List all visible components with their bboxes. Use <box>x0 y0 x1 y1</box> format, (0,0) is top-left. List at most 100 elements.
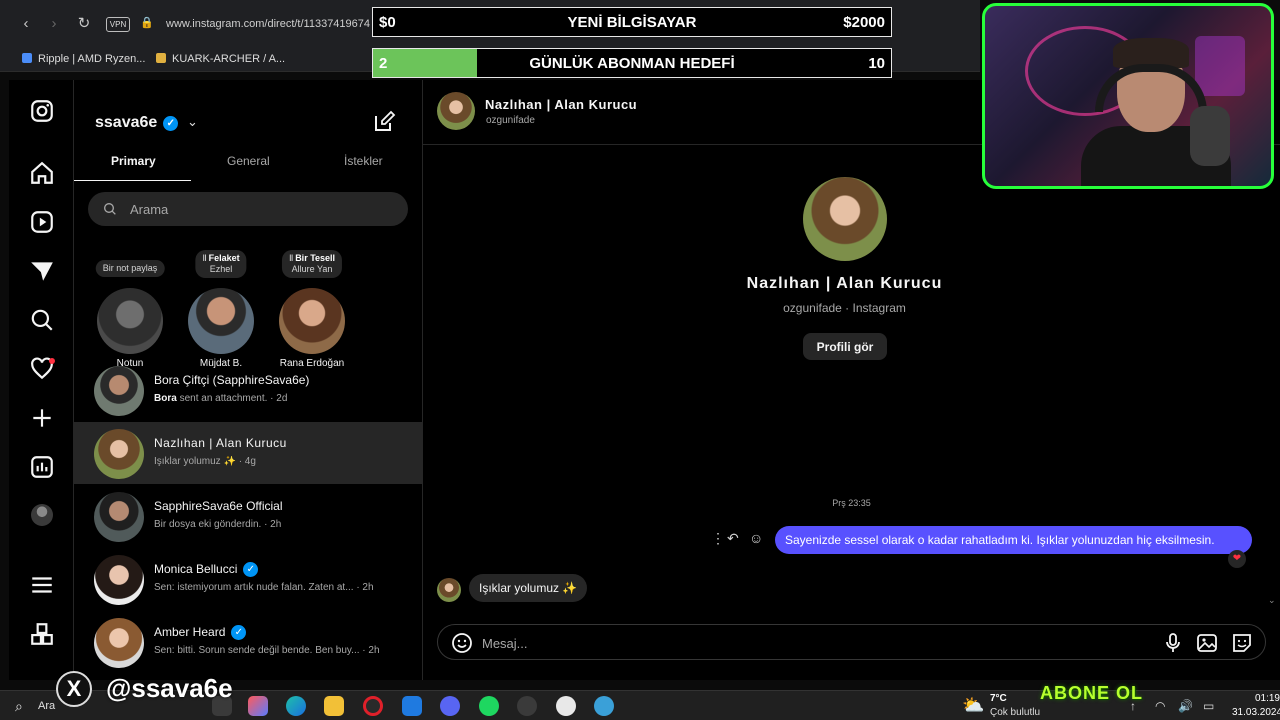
goal-target: $2000 <box>843 14 885 31</box>
search-input[interactable] <box>130 199 390 219</box>
reply-icon[interactable]: ↶ <box>727 530 739 547</box>
mail-icon[interactable] <box>402 696 422 716</box>
goal-current: $0 <box>379 14 396 31</box>
tab-primary[interactable]: Primary <box>111 154 156 168</box>
outgoing-message[interactable]: Sayenizde sessel olarak o kadar rahatlad… <box>775 526 1252 554</box>
thread-item[interactable]: Amber Heard ✓ Sen: bitti. Sorun sende değ… <box>74 611 423 673</box>
react-emoji-icon[interactable]: ☺ <box>749 530 763 546</box>
thread-name: Amber Heard ✓ <box>154 625 247 640</box>
bookmark-favicon-icon <box>156 53 166 63</box>
edge-icon[interactable] <box>286 696 306 716</box>
thread-preview: Bir dosya eki gönderdin. · 2h <box>154 519 282 530</box>
taskbar-search-label[interactable]: Ara <box>38 700 55 712</box>
wifi-icon[interactable]: ◠ <box>1155 699 1165 713</box>
thread-item[interactable]: Bora Çiftçi (SapphireSava6e) Bora sent a… <box>74 359 423 421</box>
thread-item[interactable]: Monica Bellucci ✓ Sen: istemiyorum artık … <box>74 548 423 610</box>
messages-icon[interactable] <box>29 258 55 284</box>
message-timestamp: Prş 23:35 <box>832 498 871 508</box>
avatar[interactable] <box>437 578 461 602</box>
note-bubble[interactable]: Ⅱ Bir Tesell Allure Yan <box>281 250 343 278</box>
home-icon[interactable] <box>29 160 55 186</box>
note-bubble[interactable]: Bir not paylaş <box>95 260 165 277</box>
vpn-badge[interactable]: VPN <box>106 17 130 32</box>
webcam-overlay <box>982 3 1274 189</box>
instagram-logo-icon[interactable] <box>29 98 55 124</box>
forward-icon[interactable]: › <box>44 14 64 34</box>
emoji-icon[interactable] <box>450 631 474 655</box>
sticker-icon[interactable] <box>1230 631 1254 655</box>
clock-date[interactable]: 31.03.2024 <box>1232 707 1280 718</box>
tab-general[interactable]: General <box>227 154 270 168</box>
create-plus-icon[interactable] <box>29 405 55 431</box>
weather-temperature[interactable]: 7°C <box>990 693 1007 704</box>
thread-name-text: Amber Heard <box>154 625 226 639</box>
avatar <box>94 429 144 479</box>
thread-preview: Işıklar yolumuz ✨ · 4g <box>154 456 256 467</box>
inbox-tabs: Primary General İstekler <box>74 146 423 182</box>
media-player-icon[interactable] <box>556 696 576 716</box>
thread-name: Bora Çiftçi (SapphireSava6e) <box>154 373 310 387</box>
avatar[interactable] <box>97 288 163 354</box>
thread-name-text: Monica Bellucci <box>154 562 238 576</box>
note-bubble[interactable]: Ⅱ Felaket Ezhel <box>195 250 247 278</box>
search-icon <box>104 203 116 215</box>
scroll-down-icon[interactable]: ⌄ <box>1268 595 1276 606</box>
thread-name: SapphireSava6e Official <box>154 499 283 513</box>
new-message-icon[interactable] <box>372 110 396 134</box>
microphone-icon[interactable] <box>1161 631 1185 655</box>
profile-name: Nazlıhan | Alan Kurucu <box>746 275 943 292</box>
chat-contact-name[interactable]: Nazlıhan | Alan Kurucu <box>485 97 637 112</box>
battery-icon[interactable]: ▭ <box>1203 699 1214 713</box>
verified-badge-icon: ✓ <box>243 562 259 577</box>
app-icon[interactable] <box>594 696 614 716</box>
clock-time[interactable]: 01:19 <box>1232 693 1280 704</box>
tab-requests[interactable]: İstekler <box>344 154 383 168</box>
avatar[interactable] <box>279 288 345 354</box>
x-handle-text: @ssava6e <box>106 673 233 703</box>
chat-contact-username: ozgunifade <box>486 115 535 126</box>
avatar <box>94 366 144 416</box>
volume-icon[interactable]: 🔊 <box>1178 699 1193 713</box>
thread-preview: Sen: bitti. Sorun sende değil bende. Ben… <box>154 645 380 656</box>
address-bar[interactable]: www.instagram.com/direct/t/11337419674 <box>166 18 370 30</box>
file-explorer-icon[interactable] <box>324 696 344 716</box>
reload-icon[interactable]: ↻ <box>74 14 94 34</box>
avatar[interactable] <box>188 288 254 354</box>
view-profile-button[interactable]: Profili gör <box>803 333 887 360</box>
lock-icon[interactable]: 🔒 <box>140 16 154 29</box>
weather-description[interactable]: Çok bulutlu <box>990 707 1040 718</box>
dashboard-icon[interactable] <box>29 454 55 480</box>
bookmark-ripple[interactable]: Ripple | AMD Ryzen... <box>22 53 145 65</box>
threads-apps-icon[interactable] <box>29 621 55 647</box>
thread-item[interactable]: SapphireSava6e Official Bir dosya eki gö… <box>74 485 423 547</box>
verified-badge-icon: ✓ <box>163 116 179 131</box>
weather-cloudy-icon[interactable]: ⛅ <box>962 695 984 716</box>
discord-icon[interactable] <box>440 696 460 716</box>
x-logo-icon: X <box>56 671 92 707</box>
menu-icon[interactable] <box>29 572 55 598</box>
copilot-icon[interactable] <box>248 696 268 716</box>
more-options-icon[interactable]: ⋮ <box>711 530 725 547</box>
search-icon[interactable] <box>29 307 55 333</box>
message-input[interactable] <box>482 633 1122 653</box>
goal-current: 2 <box>379 55 388 72</box>
thread-item-selected[interactable]: Nazlıhan | Alan Kurucu Işıklar yolumuz ✨… <box>74 422 423 484</box>
taskbar-search-icon[interactable]: ⌕ <box>15 698 23 715</box>
back-icon[interactable]: ‹ <box>16 14 36 34</box>
thread-preview-sender: Bora <box>154 393 177 404</box>
avatar[interactable] <box>437 92 475 130</box>
profile-avatar[interactable] <box>31 504 53 526</box>
opera-icon[interactable] <box>363 696 383 716</box>
bookmark-label: KUARK-ARCHER / A... <box>172 53 286 65</box>
obs-icon[interactable] <box>517 696 537 716</box>
chevron-down-icon[interactable]: ⌄ <box>187 114 198 130</box>
bookmark-kuark[interactable]: KUARK-ARCHER / A... <box>156 53 285 65</box>
profile-subtitle: ozgunifade · Instagram <box>783 301 906 315</box>
heart-reaction-icon[interactable]: ❤ <box>1228 550 1246 568</box>
account-switcher[interactable]: ssava6e ✓ <box>95 114 179 132</box>
spotify-icon[interactable] <box>479 696 499 716</box>
note-song-title: Bir Tesell <box>295 253 336 263</box>
image-icon[interactable] <box>1195 631 1219 655</box>
incoming-message[interactable]: Işıklar yolumuz ✨ <box>469 574 588 602</box>
reels-icon[interactable] <box>29 209 55 235</box>
